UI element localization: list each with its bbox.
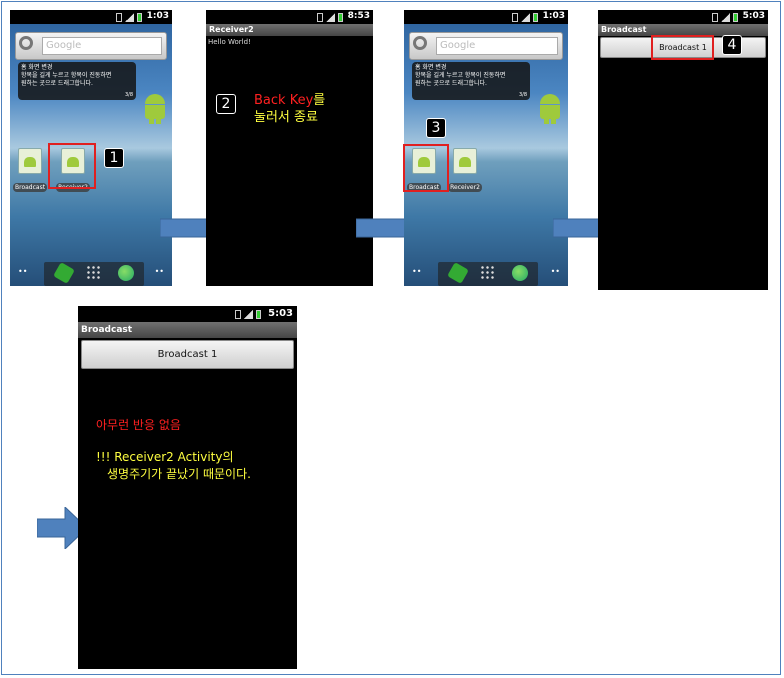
app-title-bar: Broadcast — [78, 322, 297, 338]
usb-icon — [235, 310, 241, 319]
signal-icon — [326, 13, 335, 22]
status-bar: 1:03 — [10, 10, 172, 24]
dots-icon: •• — [550, 267, 560, 276]
usb-icon — [317, 13, 323, 22]
dock: •• •• — [404, 260, 568, 286]
tip-page: 3/8 — [518, 92, 527, 98]
status-time: 8:53 — [347, 11, 370, 21]
highlight-box — [403, 144, 449, 192]
home-tip-bubble: 홈 화면 변경 항목을 길게 누르고 항목이 진동하면 원하는 곳으로 드래그합… — [412, 62, 530, 100]
android-robot-icon — [538, 94, 562, 124]
step-badge: 2 — [216, 94, 236, 114]
android-robot-icon — [143, 94, 167, 124]
search-icon[interactable] — [413, 36, 427, 50]
back-key-label: Back Key — [254, 93, 314, 108]
back-key-suffix: 를 — [313, 93, 326, 108]
app-drawer-icon[interactable] — [480, 265, 496, 281]
battery-icon — [338, 13, 343, 22]
app-icon — [18, 148, 42, 174]
broadcast-1-button[interactable]: Broadcast 1 — [81, 340, 294, 369]
status-time: 5:03 — [742, 11, 765, 21]
usb-icon — [116, 13, 122, 22]
dots-icon: •• — [412, 267, 422, 276]
lifecycle-note: !!! Receiver2 Activity의 생명주기가 끝났기 때문이다. — [96, 449, 251, 483]
signal-icon — [125, 13, 134, 22]
lifecycle-note-line1: !!! Receiver2 Activity의 — [96, 450, 234, 464]
phone-screen-receiver2: 8:53 Receiver2 Hello World! 2 Back Key를 … — [206, 10, 373, 286]
browser-icon[interactable] — [512, 265, 528, 281]
dots-icon: •• — [154, 267, 164, 276]
hello-text: Hello World! — [208, 38, 251, 46]
google-search-widget[interactable]: Google — [409, 32, 563, 60]
tip-line: 항목을 길게 누르고 항목이 진동하면 — [415, 72, 506, 79]
app-label: Broadcast — [13, 183, 48, 192]
no-response-note: 아무런 반응 없음 — [96, 418, 181, 432]
search-icon[interactable] — [19, 36, 33, 50]
status-bar: 1:03 — [404, 10, 568, 24]
app-icon-receiver2[interactable]: Receiver2 — [448, 148, 482, 192]
signal-icon — [521, 13, 530, 22]
tip-page: 3/8 — [124, 92, 133, 98]
back-key-line2: 눌러서 종료 — [254, 110, 318, 125]
usb-icon — [512, 13, 518, 22]
tip-title: 홈 화면 변경 — [21, 64, 53, 71]
step-badge: 4 — [722, 35, 742, 55]
back-key-note: Back Key를 눌러서 종료 — [254, 92, 325, 126]
status-bar: 5:03 — [598, 10, 768, 24]
app-icon — [453, 148, 477, 174]
home-tip-bubble: 홈 화면 변경 항목을 길게 누르고 항목이 진동하면 원하는 곳으로 드래그합… — [18, 62, 136, 100]
battery-icon — [137, 13, 142, 22]
app-icon-broadcast[interactable]: Broadcast — [13, 148, 48, 192]
step-badge: 1 — [104, 148, 124, 168]
status-bar: 5:03 — [78, 306, 297, 322]
battery-icon — [533, 13, 538, 22]
app-drawer-icon[interactable] — [86, 265, 102, 281]
battery-icon — [256, 310, 261, 319]
lifecycle-note-line2: 생명주기가 끝났기 때문이다. — [107, 467, 251, 481]
phone-screen-broadcast-large: 5:03 Broadcast Broadcast 1 아무런 반응 없음 !!!… — [78, 306, 297, 669]
highlight-box — [48, 143, 96, 189]
battery-icon — [733, 13, 738, 22]
signal-icon — [244, 310, 253, 319]
usb-icon — [712, 13, 718, 22]
app-title-bar: Receiver2 — [206, 24, 373, 36]
status-bar: 8:53 — [206, 10, 373, 24]
app-label: Receiver2 — [448, 183, 482, 192]
search-input[interactable]: Google — [42, 37, 162, 55]
tip-line: 항목을 길게 누르고 항목이 진동하면 — [21, 72, 112, 79]
tip-title: 홈 화면 변경 — [415, 64, 447, 71]
browser-icon[interactable] — [118, 265, 134, 281]
search-input[interactable]: Google — [436, 37, 558, 55]
google-search-widget[interactable]: Google — [15, 32, 167, 60]
step-badge: 3 — [426, 118, 446, 138]
dock: •• •• — [10, 260, 172, 286]
status-time: 1:03 — [542, 11, 565, 21]
signal-icon — [721, 13, 730, 22]
tip-line: 원하는 곳으로 드래그합니다. — [415, 80, 487, 87]
status-time: 1:03 — [146, 11, 169, 21]
tip-line: 원하는 곳으로 드래그합니다. — [21, 80, 93, 87]
status-time: 5:03 — [268, 308, 293, 319]
dots-icon: •• — [18, 267, 28, 276]
highlight-box — [651, 35, 714, 60]
